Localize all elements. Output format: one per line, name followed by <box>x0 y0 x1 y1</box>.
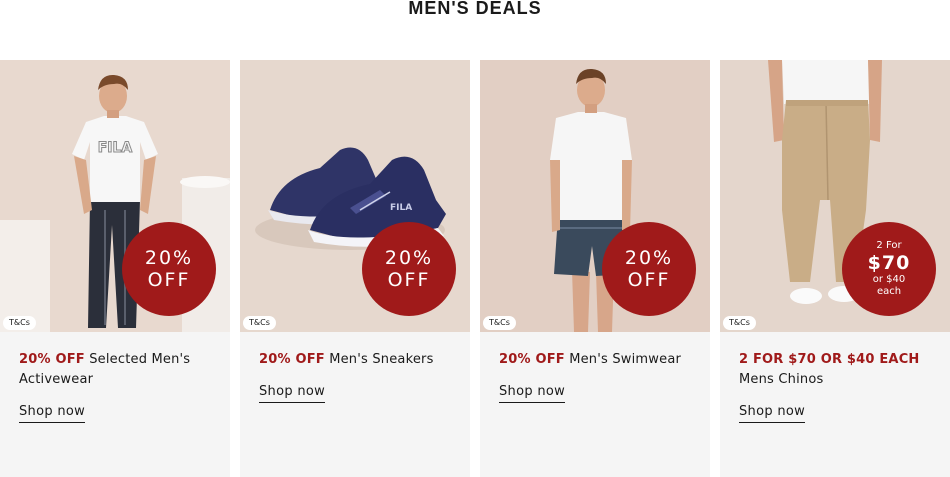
discount-badge: 20% OFF <box>122 222 216 316</box>
deal-product: Men's Sneakers <box>324 352 434 367</box>
deal-card-chinos[interactable]: 2 For $70 or $40 each T&Cs 2 FOR $70 OR … <box>720 60 950 477</box>
deal-highlight: 20% OFF <box>499 352 565 367</box>
deal-product: Mens Chinos <box>739 372 824 387</box>
section-title: MEN'S DEALS <box>408 0 542 18</box>
deal-description: 20% OFF Selected Men's Activewear <box>19 350 219 390</box>
badge-price: $70 <box>867 252 911 274</box>
deal-card-swimwear[interactable]: 20% OFF T&Cs 20% OFF Men's Swimwear Shop… <box>480 60 710 477</box>
badge-off: OFF <box>627 269 671 291</box>
deal-card-sneakers[interactable]: FILA 20% OFF T&Cs 20% OFF Men's Sneakers… <box>240 60 470 477</box>
deal-highlight: 2 FOR $70 OR $40 EACH <box>739 352 920 367</box>
shop-now-link[interactable]: Shop now <box>499 383 566 403</box>
tcs-link[interactable]: T&Cs <box>483 316 516 330</box>
badge-single-price: or $40 <box>872 274 906 285</box>
deal-description: 20% OFF Men's Swimwear <box>499 350 699 370</box>
deal-highlight: 20% OFF <box>259 352 325 367</box>
discount-badge: 20% OFF <box>362 222 456 316</box>
badge-off: OFF <box>387 269 431 291</box>
deal-description: 2 FOR $70 OR $40 EACH Mens Chinos <box>739 350 939 390</box>
badge-percent: 20% <box>624 247 674 269</box>
deal-highlight: 20% OFF <box>19 352 85 367</box>
product-image[interactable]: FILA 20% OFF T&Cs <box>240 60 470 332</box>
badge-off: OFF <box>147 269 191 291</box>
deal-product: Men's Swimwear <box>564 352 682 367</box>
badge-multi-buy: 2 For <box>876 240 902 251</box>
svg-text:FILA: FILA <box>390 203 412 213</box>
tcs-link[interactable]: T&Cs <box>723 316 756 330</box>
shop-now-link[interactable]: Shop now <box>259 383 326 403</box>
discount-badge: 2 For $70 or $40 each <box>842 222 936 316</box>
badge-each: each <box>876 286 902 297</box>
tcs-link[interactable]: T&Cs <box>243 316 276 330</box>
badge-percent: 20% <box>384 247 434 269</box>
svg-text:FILA: FILA <box>98 140 133 156</box>
product-image[interactable]: FILA 20% OFF T&Cs <box>0 60 230 332</box>
product-image[interactable]: 20% OFF T&Cs <box>480 60 710 332</box>
tcs-link[interactable]: T&Cs <box>3 316 36 330</box>
shop-now-link[interactable]: Shop now <box>739 403 806 423</box>
deal-card-activewear[interactable]: FILA 20% OFF T&Cs 20% OFF Selected Men's… <box>0 60 230 477</box>
deal-description: 20% OFF Men's Sneakers <box>259 350 459 370</box>
shop-now-link[interactable]: Shop now <box>19 403 86 423</box>
product-image[interactable]: 2 For $70 or $40 each T&Cs <box>720 60 950 332</box>
discount-badge: 20% OFF <box>602 222 696 316</box>
mens-deals-page: MEN'S DEALS FILA 20% OFF T&Cs 20% OFF Se… <box>0 0 950 477</box>
badge-percent: 20% <box>144 247 194 269</box>
